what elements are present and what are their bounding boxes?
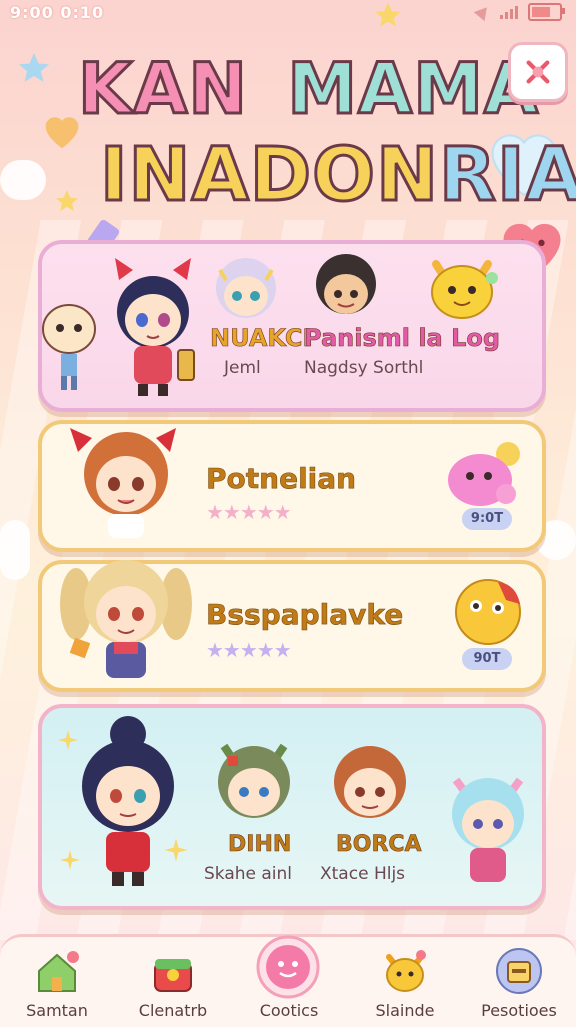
status-icons [473,2,565,22]
nav-item-cootics[interactable]: Cootics [234,935,344,1027]
rating-stars: ★★★★★ [206,638,292,662]
character-title: Bsspaplavke [206,598,404,632]
nav-item-samtan[interactable]: Samtan [2,937,112,1027]
character-name: Panisml la Log [304,324,501,353]
character-name: BORCA [336,832,422,858]
level-badge: 90T [462,648,512,670]
girl-with-bow-avatar [115,258,195,396]
character-subtitle: Xtace Hljs [320,864,406,884]
nav-label: Pesotioes [481,1001,557,1020]
signal-icon [500,5,518,19]
location-icon [473,2,493,22]
character-card-3[interactable]: Bsspaplavke ★★★★★ 90T [38,560,546,692]
battery-icon [528,3,565,21]
nav-item-clenatrb[interactable]: Clenatrb [118,937,228,1027]
title-line-2: INADONRIA [99,131,576,220]
bottom-navigation: Samtan Clenatrb Cootics Slainde Pesotioe… [0,934,576,1027]
cloud-decoration [0,160,46,200]
nav-item-slainde[interactable]: Slainde [350,937,460,1027]
status-time: 9:00 0:10 [10,3,105,22]
rating-stars: ★★★★★ [206,500,292,524]
character-subtitle: Nagdsy Sorthl [304,358,424,378]
nav-label: Clenatrb [138,1001,208,1020]
character-title: Potnelian [206,462,357,496]
gift-icon [154,959,192,992]
cat-icon [386,950,426,992]
orange-hair-girl-avatar [70,428,176,538]
smiley-icon [256,935,320,999]
close-icon [526,60,550,84]
character-name: DIHN [228,832,292,858]
sparkle-icon [164,838,188,862]
character-card-4[interactable]: DIHN BORCA Skahe ainl Xtace Hljs [38,704,546,910]
yellow-cat-mascot-icon [431,260,498,319]
nav-label: Slainde [375,1001,435,1020]
star-icon [375,2,401,27]
silver-hair-avatar [216,258,276,318]
cloud-decoration [0,520,30,580]
green-hair-cat-girl-avatar [218,743,290,818]
auburn-hair-boy-avatar [334,746,406,818]
sparkle-icon [58,730,78,750]
close-button[interactable] [508,42,568,102]
sparkle-icon [60,850,80,870]
star-icon [19,53,49,82]
character-subtitle: Jeml [224,358,261,378]
blonde-twintail-avatar [60,560,192,678]
star-icon [56,190,78,211]
box-icon [496,948,542,994]
nav-label: Cootics [259,1001,319,1020]
dark-hair-boy-avatar [316,254,376,314]
character-name: NUAKCI [210,324,312,353]
title-line-1: KAN MAMA [76,47,540,132]
character-card-2[interactable]: Potnelian ★★★★★ 9:0T [38,420,546,552]
house-icon [38,951,79,992]
yellow-emoji-mascot-icon [455,579,521,645]
pink-blob-mascot-icon [448,442,520,506]
nav-label: Samtan [26,1001,88,1020]
status-bar: 9:00 0:10 [0,0,576,24]
skull-mascot-icon [42,304,96,390]
level-badge: 9:0T [462,508,512,530]
character-card-1[interactable]: NUAKCI Panisml la Log Jeml Nagdsy Sorthl [38,240,546,412]
nav-item-pesotioes[interactable]: Pesotioes [464,937,574,1027]
character-subtitle: Skahe ainl [204,864,293,884]
blue-hair-cat-girl-avatar [452,777,524,882]
